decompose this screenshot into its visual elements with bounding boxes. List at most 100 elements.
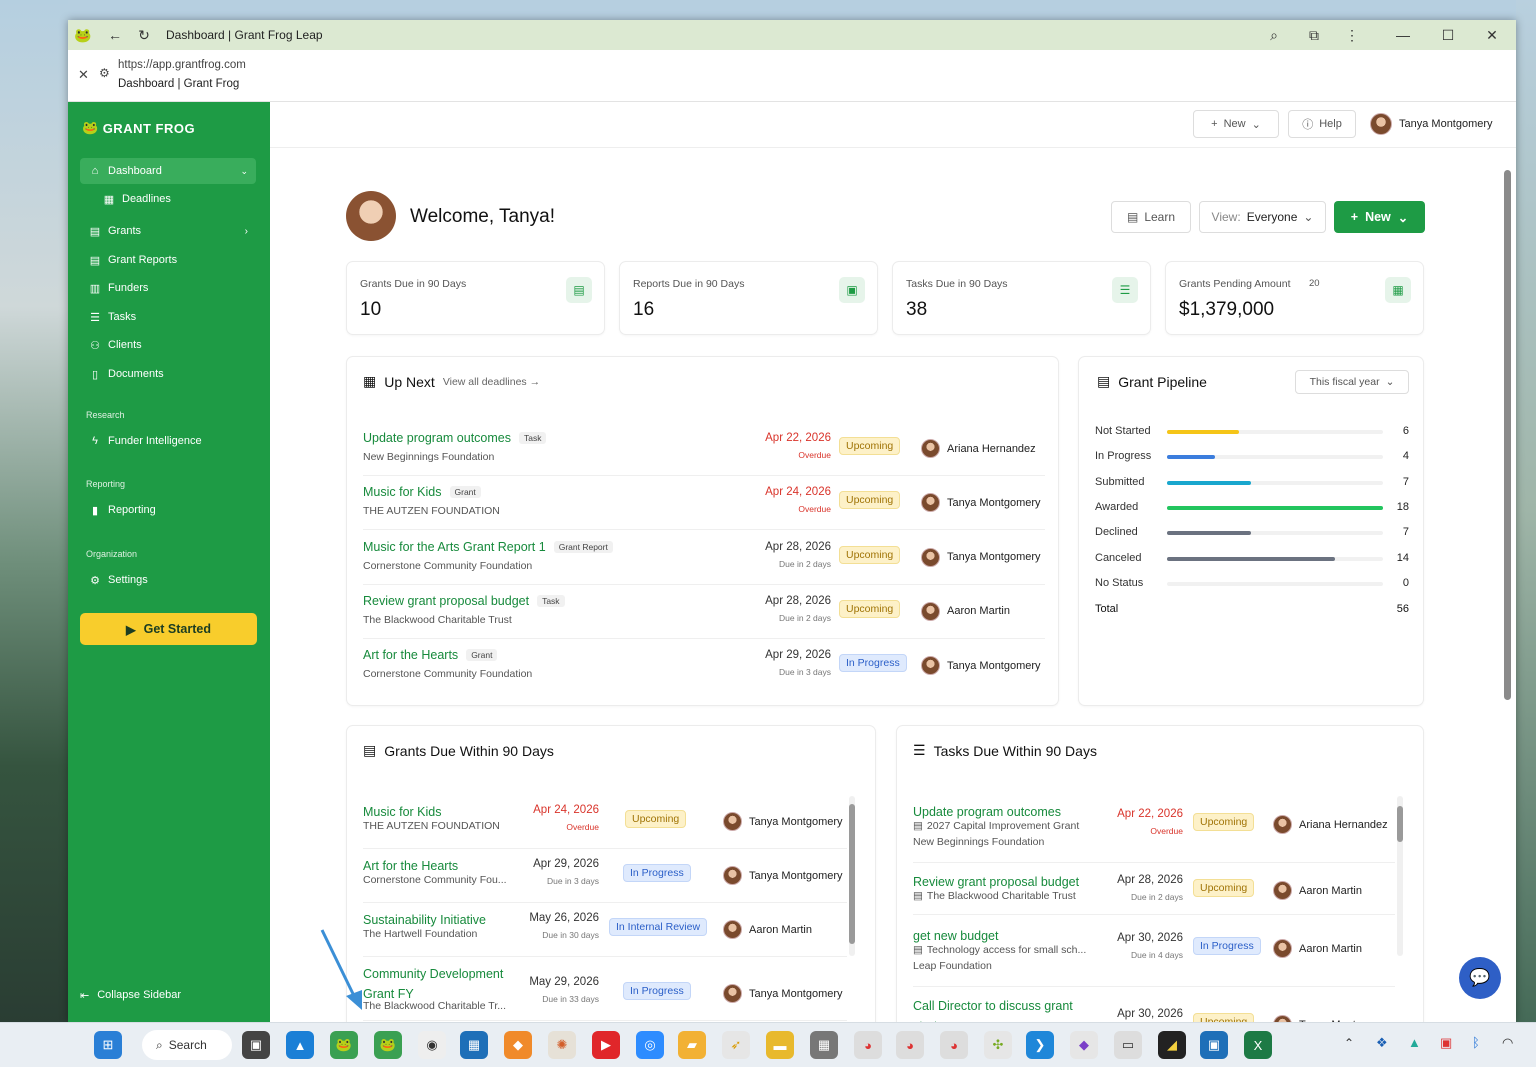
back-arrow-icon[interactable]: ← — [100, 20, 130, 50]
app-icon[interactable]: ◆ — [504, 1031, 532, 1059]
sidebar-item-funders[interactable]: ▥ Funders — [80, 275, 256, 301]
chrome-icon[interactable]: ◕ — [854, 1031, 882, 1059]
logo[interactable]: 🐸 GRANT FROG — [82, 120, 195, 136]
drive-icon[interactable]: ▲ — [1408, 1035, 1421, 1050]
grant-title-link[interactable]: Art for the Hearts — [363, 859, 458, 873]
app-icon[interactable]: ◢ — [1158, 1031, 1186, 1059]
sidebar-item-settings[interactable]: ⚙ Settings — [80, 567, 256, 593]
get-started-button[interactable]: ▶ Get Started — [80, 613, 257, 645]
task-row[interactable]: Call Director to discuss grantstrategy Ap… — [913, 996, 1395, 1022]
new-button[interactable]: + New ⌄ — [1334, 201, 1425, 233]
extensions-icon[interactable]: ⧉ — [1304, 20, 1324, 50]
grant-title-link[interactable]: Music for Kids — [363, 805, 442, 819]
task-title-link[interactable]: get new budget — [913, 929, 999, 943]
stat-card-tasks[interactable]: Tasks Due in 90 Days 38 ☰ — [892, 261, 1151, 335]
scroll-thumb[interactable] — [849, 804, 855, 944]
grant-title-link[interactable]: Community Development — [363, 967, 503, 981]
task-title-link[interactable]: Update program outcomes — [913, 805, 1061, 819]
app-icon[interactable]: ◉ — [418, 1031, 446, 1059]
grant-title-link[interactable]: Sustainability Initiative — [363, 913, 486, 927]
dropbox-icon[interactable]: ❖ — [1376, 1035, 1388, 1051]
sidebar-item-documents[interactable]: ▯ Documents — [80, 361, 256, 387]
vscode-icon[interactable]: ❯ — [1026, 1031, 1054, 1059]
stat-card-pending-amount[interactable]: Grants Pending Amount 20 $1,379,000 ▦ — [1165, 261, 1424, 335]
collapse-sidebar-button[interactable]: ⇤ Collapse Sidebar — [80, 989, 181, 1002]
app-tray-icon[interactable]: ▣ — [1440, 1035, 1452, 1051]
chevron-up-icon[interactable]: ⌃ — [1344, 1036, 1354, 1050]
row-title-link[interactable]: Music for Kids — [363, 485, 442, 499]
task-view-icon[interactable]: ▣ — [242, 1031, 270, 1059]
sidebar-item-grants[interactable]: ▤ Grants › — [80, 218, 256, 244]
excel-icon[interactable]: X — [1244, 1031, 1272, 1059]
sidebar-item-deadlines[interactable]: ▦ Deadlines — [94, 186, 256, 212]
grant-row[interactable]: Music for Kids THE AUTZEN FOUNDATION Apr 2… — [363, 802, 847, 852]
sidebar-item-tasks[interactable]: ☰ Tasks — [80, 304, 256, 330]
task-title-link[interactable]: Call Director to discuss grant — [913, 999, 1073, 1013]
folder-icon[interactable]: ▬ — [766, 1031, 794, 1059]
task-title-link[interactable]: Review grant proposal budget — [913, 875, 1079, 889]
sidebar-item-clients[interactable]: ⚇ Clients — [80, 332, 256, 358]
sidebar-item-dashboard[interactable]: ⌂ Dashboard ⌄ — [80, 158, 256, 184]
reload-icon[interactable]: ↻ — [130, 20, 158, 50]
wifi-icon[interactable]: ◠ — [1502, 1035, 1513, 1051]
close-window-icon[interactable]: ✕ — [1482, 20, 1502, 50]
row-title-link[interactable]: Music for the Arts Grant Report 1 — [363, 540, 546, 554]
row-title-link[interactable]: Art for the Hearts — [363, 648, 458, 662]
row-title-link[interactable]: Update program outcomes — [363, 431, 511, 445]
stat-card-grants[interactable]: Grants Due in 90 Days 10 ▤ — [346, 261, 605, 335]
site-settings-icon[interactable]: ⚙ — [99, 66, 110, 80]
minimize-icon[interactable]: — — [1393, 20, 1413, 50]
page-scrollbar[interactable] — [1504, 170, 1511, 700]
bluetooth-icon[interactable]: ᛒ — [1472, 1035, 1480, 1050]
grant-row[interactable]: Community Development Grant FY The Blackwo… — [363, 964, 847, 1021]
row-title-link[interactable]: Review grant proposal budget — [363, 594, 529, 608]
slack-icon[interactable]: ✣ — [984, 1031, 1012, 1059]
app-icon[interactable]: ▲ — [286, 1031, 314, 1059]
app-icon[interactable]: ▭ — [1114, 1031, 1142, 1059]
stat-card-reports[interactable]: Reports Due in 90 Days 16 ▣ — [619, 261, 878, 335]
help-button[interactable]: ⓘ Help — [1288, 110, 1356, 138]
app-icon[interactable]: ◆ — [1070, 1031, 1098, 1059]
task-row[interactable]: Review grant proposal budget ▤ The Blackwo… — [913, 872, 1395, 934]
grant-row[interactable]: Art for the Hearts Cornerstone Community … — [363, 856, 847, 906]
chrome-icon[interactable]: ◕ — [940, 1031, 968, 1059]
more-menu-icon[interactable]: ⋮ — [1344, 20, 1360, 50]
user-menu[interactable]: Tanya Montgomery — [1370, 113, 1493, 135]
app-icon[interactable]: ✺ — [548, 1031, 576, 1059]
close-icon[interactable]: ✕ — [78, 67, 89, 83]
calculator-icon[interactable]: ▦ — [810, 1031, 838, 1059]
task-row[interactable]: get new budget ▤ Technology access for sma… — [913, 926, 1395, 988]
frog-app-active-icon[interactable]: 🐸 — [374, 1031, 402, 1059]
chat-icon[interactable]: 💬 — [1459, 957, 1501, 999]
sidebar-item-grant-reports[interactable]: ▤ Grant Reports — [80, 247, 256, 273]
up-next-row[interactable]: Art for the Hearts Grant Cornerstone Commu… — [363, 644, 1045, 690]
up-next-row[interactable]: Music for the Arts Grant Report 1 Grant R… — [363, 536, 1045, 585]
tasks-scrollbar[interactable] — [1397, 796, 1403, 956]
learn-button[interactable]: ▤ Learn — [1111, 201, 1191, 233]
view-all-deadlines-link[interactable]: View all deadlines → — [443, 376, 540, 388]
topbar-new-button[interactable]: + New ⌄ — [1193, 110, 1279, 138]
sidebar-item-funder-intelligence[interactable]: ϟ Funder Intelligence — [80, 428, 256, 454]
zoom-icon[interactable]: ⌕ — [1264, 20, 1284, 50]
scroll-thumb[interactable] — [1397, 806, 1403, 842]
grants-scrollbar[interactable] — [849, 796, 855, 956]
up-next-row[interactable]: Music for Kids Grant THE AUTZEN FOUNDATION… — [363, 481, 1045, 531]
task-row[interactable]: Update program outcomes ▤ 2027 Capital Imp… — [913, 802, 1395, 864]
app-icon[interactable]: ▣ — [1200, 1031, 1228, 1059]
up-next-row[interactable]: Review grant proposal budget Task The Blac… — [363, 590, 1045, 639]
grant-row[interactable]: Sustainability Initiative The Hartwell Fo… — [363, 910, 847, 960]
app-icon[interactable]: ▰ — [678, 1031, 706, 1059]
taskbar-search[interactable]: ⌕ Search — [142, 1030, 232, 1060]
url-text[interactable]: https://app.grantfrog.com — [118, 59, 246, 71]
grant-title-link-2[interactable]: Grant FY — [363, 987, 414, 1001]
fiscal-year-select[interactable]: This fiscal year ⌄ — [1295, 370, 1409, 394]
up-next-row[interactable]: Update program outcomes Task New Beginning… — [363, 427, 1045, 476]
sidebar-item-reporting[interactable]: ▮ Reporting — [80, 497, 256, 523]
zoom-icon[interactable]: ◎ — [636, 1031, 664, 1059]
app-icon[interactable]: ▶ — [592, 1031, 620, 1059]
view-select[interactable]: View: Everyone ⌄ — [1199, 201, 1326, 233]
app-icon[interactable]: ➶ — [722, 1031, 750, 1059]
maximize-icon[interactable]: ☐ — [1438, 20, 1458, 50]
frog-app-icon[interactable]: 🐸 — [330, 1031, 358, 1059]
start-icon[interactable]: ⊞ — [94, 1031, 122, 1059]
